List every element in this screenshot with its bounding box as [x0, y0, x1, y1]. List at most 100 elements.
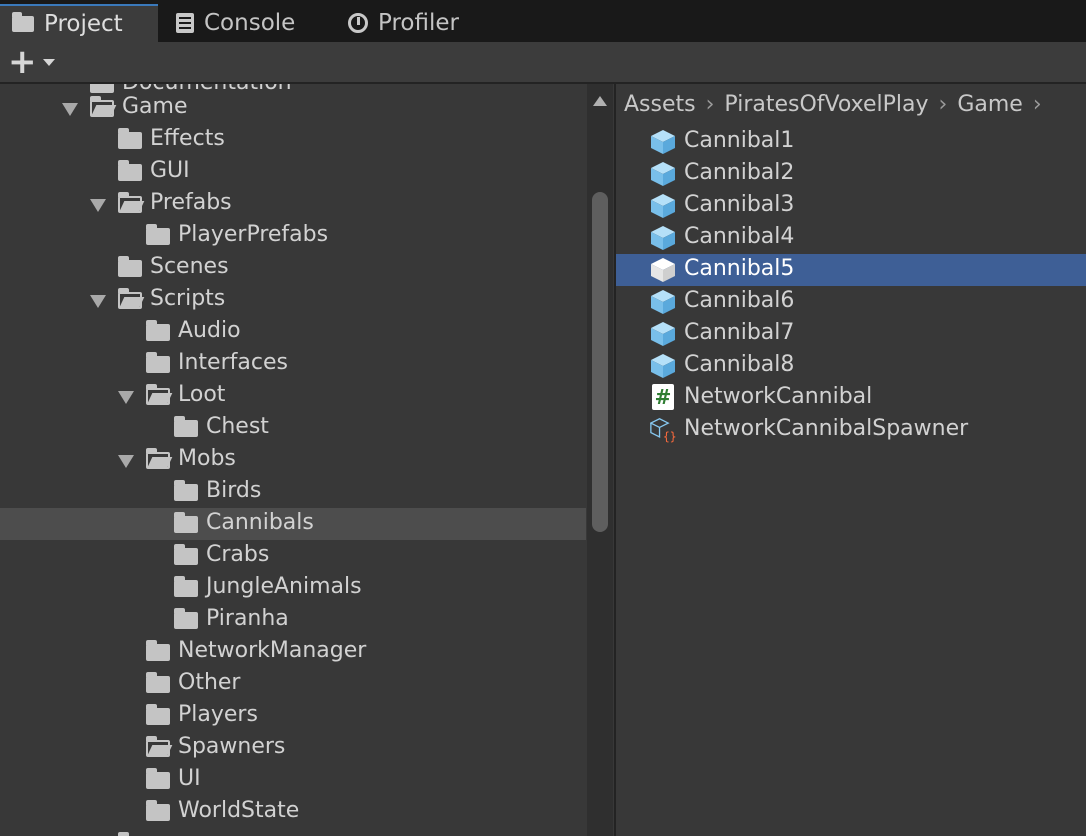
- tree-item-birds[interactable]: Birds: [0, 476, 586, 508]
- tree-item-effects[interactable]: Effects: [0, 124, 586, 156]
- tree-item-label: Prefabs: [150, 190, 232, 215]
- tree-item-label: Scenes: [150, 254, 229, 279]
- tree-item-label: Effects: [150, 126, 225, 151]
- tree-item-other[interactable]: Other: [0, 668, 586, 700]
- tree-item-scenes[interactable]: Scenes: [0, 252, 586, 284]
- create-button[interactable]: +: [8, 42, 64, 82]
- asset-item-networkcannibalspawner[interactable]: {} NetworkCannibalSpawner: [616, 414, 1086, 446]
- tab-project-label: Project: [44, 11, 123, 37]
- breadcrumb-game[interactable]: Game: [957, 92, 1023, 117]
- tree-item-label: Scripts: [150, 286, 226, 311]
- tree-item-ui[interactable]: UI: [0, 764, 586, 796]
- folder-icon: [174, 608, 198, 629]
- tree-item-spawners[interactable]: Spawners: [0, 732, 586, 764]
- tree-row-partial-bottom[interactable]: [0, 828, 586, 836]
- folder-open-icon: [118, 288, 142, 309]
- tab-project[interactable]: Project: [0, 4, 158, 42]
- asset-item-cannibal6[interactable]: Cannibal6: [616, 286, 1086, 318]
- prefab-cube-icon: [651, 290, 675, 314]
- tree-item-players[interactable]: Players: [0, 700, 586, 732]
- tree-item-scripts[interactable]: Scripts: [0, 284, 586, 316]
- tree-item-junglеanimals[interactable]: JungleAnimals: [0, 572, 586, 604]
- plus-icon: +: [8, 42, 37, 82]
- asset-item-cannibal5[interactable]: Cannibal5: [616, 254, 1086, 286]
- chevron-right-icon: ›: [938, 91, 948, 117]
- asset-item-networkcannibal[interactable]: # NetworkCannibal: [616, 382, 1086, 414]
- asset-label: Cannibal5: [684, 256, 795, 281]
- console-icon: [176, 13, 194, 33]
- folder-icon: [146, 320, 170, 341]
- folder-open-icon: [118, 192, 142, 213]
- tree-item-worldstate[interactable]: WorldState: [0, 796, 586, 828]
- tree-item-label: UI: [178, 766, 201, 791]
- tree-item-label: Cannibals: [206, 510, 314, 535]
- tree-item-mobs[interactable]: Mobs: [0, 444, 586, 476]
- tree-item-label: GUI: [150, 158, 190, 183]
- asset-item-cannibal3[interactable]: Cannibal3: [616, 190, 1086, 222]
- expand-arrow-icon[interactable]: [118, 391, 134, 404]
- tree-item-game[interactable]: Game: [0, 92, 586, 124]
- tree-item-label: PlayerPrefabs: [178, 222, 329, 247]
- tree-item-chest[interactable]: Chest: [0, 412, 586, 444]
- asset-label: NetworkCannibalSpawner: [684, 416, 969, 441]
- tree-item-label: Interfaces: [178, 350, 288, 375]
- tree-item-playerprefabs[interactable]: PlayerPrefabs: [0, 220, 586, 252]
- tree-item-networkmanager[interactable]: NetworkManager: [0, 636, 586, 668]
- asset-label: Cannibal3: [684, 192, 795, 217]
- breadcrumb-assets[interactable]: Assets: [624, 92, 696, 117]
- folder-icon: [174, 416, 198, 437]
- folder-icon: [146, 704, 170, 725]
- folder-tree: Documentation Game Effects GUI Prefabs P…: [0, 84, 586, 836]
- breadcrumb-piratesofvoxelplay[interactable]: PiratesOfVoxelPlay: [724, 92, 928, 117]
- tree-item-audio[interactable]: Audio: [0, 316, 586, 348]
- tree-item-label: Loot: [178, 382, 226, 407]
- asset-label: Cannibal8: [684, 352, 795, 377]
- asset-label: Cannibal6: [684, 288, 795, 313]
- tab-console[interactable]: Console: [176, 4, 326, 42]
- folder-icon: [174, 544, 198, 565]
- folder-icon: [146, 672, 170, 693]
- folder-open-icon: [146, 736, 170, 757]
- tree-item-label: Crabs: [206, 542, 270, 567]
- folder-icon: [174, 576, 198, 597]
- folder-icon: [118, 256, 142, 277]
- tree-item-prefabs[interactable]: Prefabs: [0, 188, 586, 220]
- tree-item-label: Spawners: [178, 734, 286, 759]
- expand-arrow-icon[interactable]: [62, 103, 78, 116]
- prefab-cube-icon: [651, 258, 675, 282]
- tree-item-label: Mobs: [178, 446, 236, 471]
- prefab-cube-icon: [651, 194, 675, 218]
- csharp-script-icon: #: [652, 384, 674, 410]
- window-tab-bar: Project Console Profiler: [0, 0, 1086, 42]
- project-toolbar: +: [0, 42, 1086, 84]
- tree-item-cannibals[interactable]: Cannibals: [0, 508, 586, 540]
- asset-item-cannibal2[interactable]: Cannibal2: [616, 158, 1086, 190]
- folder-open-icon: [146, 384, 170, 405]
- tree-scrollbar[interactable]: [587, 84, 613, 836]
- expand-arrow-icon[interactable]: [90, 199, 106, 212]
- tree-item-label: Birds: [206, 478, 262, 503]
- tree-item-gui[interactable]: GUI: [0, 156, 586, 188]
- folder-icon: [146, 768, 170, 789]
- asset-item-cannibal1[interactable]: Cannibal1: [616, 126, 1086, 158]
- tree-item-crabs[interactable]: Crabs: [0, 540, 586, 572]
- scroll-up-icon[interactable]: [593, 96, 607, 106]
- prefab-cube-icon: [651, 130, 675, 154]
- expand-arrow-icon[interactable]: [90, 295, 106, 308]
- asset-label: Cannibal4: [684, 224, 795, 249]
- asset-item-cannibal4[interactable]: Cannibal4: [616, 222, 1086, 254]
- tree-item-loot[interactable]: Loot: [0, 380, 586, 412]
- tree-item-piranha[interactable]: Piranha: [0, 604, 586, 636]
- scroll-thumb[interactable]: [592, 192, 608, 532]
- tree-item-label: Other: [178, 670, 241, 695]
- asset-item-cannibal8[interactable]: Cannibal8: [616, 350, 1086, 382]
- expand-arrow-icon[interactable]: [118, 455, 134, 468]
- tree-item-interfaces[interactable]: Interfaces: [0, 348, 586, 380]
- asset-item-cannibal7[interactable]: Cannibal7: [616, 318, 1086, 350]
- tab-profiler[interactable]: Profiler: [348, 4, 498, 42]
- folder-icon: [146, 800, 170, 821]
- folder-icon: [174, 480, 198, 501]
- asset-label: Cannibal1: [684, 128, 795, 153]
- folder-icon: [118, 160, 142, 181]
- breadcrumb: Assets › PiratesOfVoxelPlay › Game ›: [616, 84, 1086, 124]
